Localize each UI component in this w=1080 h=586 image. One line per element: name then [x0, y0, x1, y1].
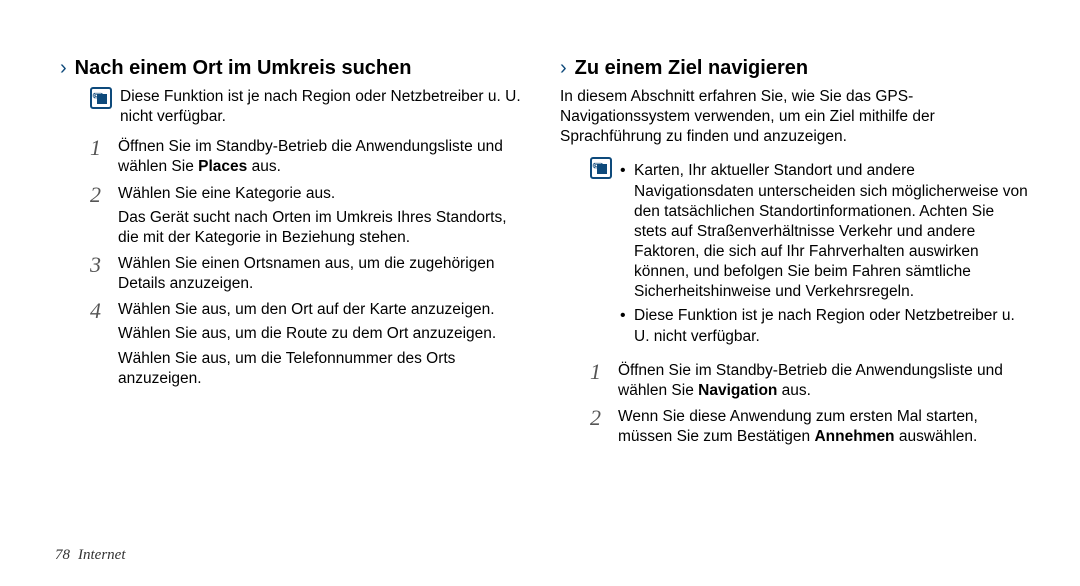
note-box-left: Diese Funktion ist je nach Region oder N…: [90, 87, 530, 127]
step-number: 2: [590, 407, 608, 447]
step-number: 1: [90, 137, 108, 177]
footer-section: Internet: [78, 547, 125, 564]
step-2: 2 Wenn Sie diese Anwendung zum ersten Ma…: [590, 407, 1030, 447]
note-icon: [90, 87, 112, 109]
step-text: Wählen Sie aus, um den Ort auf der Karte…: [118, 300, 530, 320]
step-1: 1 Öffnen Sie im Standby-Betrieb die Anwe…: [90, 137, 530, 177]
page-number: 78: [55, 547, 70, 564]
step-text: aus.: [247, 158, 281, 175]
step-text: Wählen Sie einen Ortsnamen aus, um die z…: [118, 254, 530, 294]
section-heading-right: › Zu einem Ziel navigieren: [560, 55, 1030, 81]
steps-left: 1 Öffnen Sie im Standby-Betrieb die Anwe…: [90, 137, 530, 389]
step-number: 2: [90, 184, 108, 248]
step-text: Wählen Sie aus, um die Telefonnummer des…: [118, 349, 530, 389]
step-number: 4: [90, 300, 108, 389]
step-text: Öffnen Sie im Standby-Betrieb die Anwend…: [118, 138, 503, 175]
step-3: 3 Wählen Sie einen Ortsnamen aus, um die…: [90, 254, 530, 294]
step-2: 2 Wählen Sie eine Kategorie aus. Das Ger…: [90, 184, 530, 248]
heading-right: Zu einem Ziel navigieren: [575, 55, 808, 81]
step-text: aus.: [777, 382, 811, 399]
places-label: Places: [198, 158, 247, 175]
right-column: › Zu einem Ziel navigieren In diesem Abs…: [560, 55, 1030, 566]
note-box-right: Karten, Ihr aktueller Standort und ander…: [590, 157, 1030, 350]
step-subtext: Das Gerät sucht nach Orten im Umkreis Ih…: [118, 208, 530, 248]
manual-page: › Nach einem Ort im Umkreis suchen Diese…: [0, 0, 1080, 586]
step-body: Wählen Sie aus, um den Ort auf der Karte…: [118, 300, 530, 389]
step-text: auswählen.: [895, 428, 978, 445]
note-icon: [590, 157, 612, 179]
step-body: Öffnen Sie im Standby-Betrieb die Anwend…: [618, 361, 1030, 401]
step-body: Wählen Sie eine Kategorie aus. Das Gerät…: [118, 184, 530, 248]
step-number: 1: [590, 361, 608, 401]
step-body: Öffnen Sie im Standby-Betrieb die Anwend…: [118, 137, 530, 177]
step-text: Wählen Sie aus, um die Route zu dem Ort …: [118, 324, 530, 344]
heading-left: Nach einem Ort im Umkreis suchen: [75, 55, 412, 81]
annehmen-label: Annehmen: [814, 428, 894, 445]
chevron-icon: ›: [60, 55, 67, 81]
navigation-label: Navigation: [698, 382, 777, 399]
note-bullets: Karten, Ihr aktueller Standort und ander…: [620, 157, 1030, 350]
chevron-icon: ›: [560, 55, 567, 81]
step-number: 3: [90, 254, 108, 294]
step-body: Wenn Sie diese Anwendung zum ersten Mal …: [618, 407, 1030, 447]
note-text-left: Diese Funktion ist je nach Region oder N…: [120, 87, 530, 127]
intro-text: In diesem Abschnitt erfahren Sie, wie Si…: [560, 87, 1030, 147]
steps-right: 1 Öffnen Sie im Standby-Betrieb die Anwe…: [590, 361, 1030, 448]
left-column: › Nach einem Ort im Umkreis suchen Diese…: [60, 55, 530, 566]
section-heading-left: › Nach einem Ort im Umkreis suchen: [60, 55, 530, 81]
page-footer: 78 Internet: [55, 547, 125, 564]
bullet-item: Diese Funktion ist je nach Region oder N…: [620, 306, 1030, 346]
step-text: Wählen Sie eine Kategorie aus.: [118, 184, 530, 204]
bullet-item: Karten, Ihr aktueller Standort und ander…: [620, 161, 1030, 302]
step-1: 1 Öffnen Sie im Standby-Betrieb die Anwe…: [590, 361, 1030, 401]
step-4: 4 Wählen Sie aus, um den Ort auf der Kar…: [90, 300, 530, 389]
